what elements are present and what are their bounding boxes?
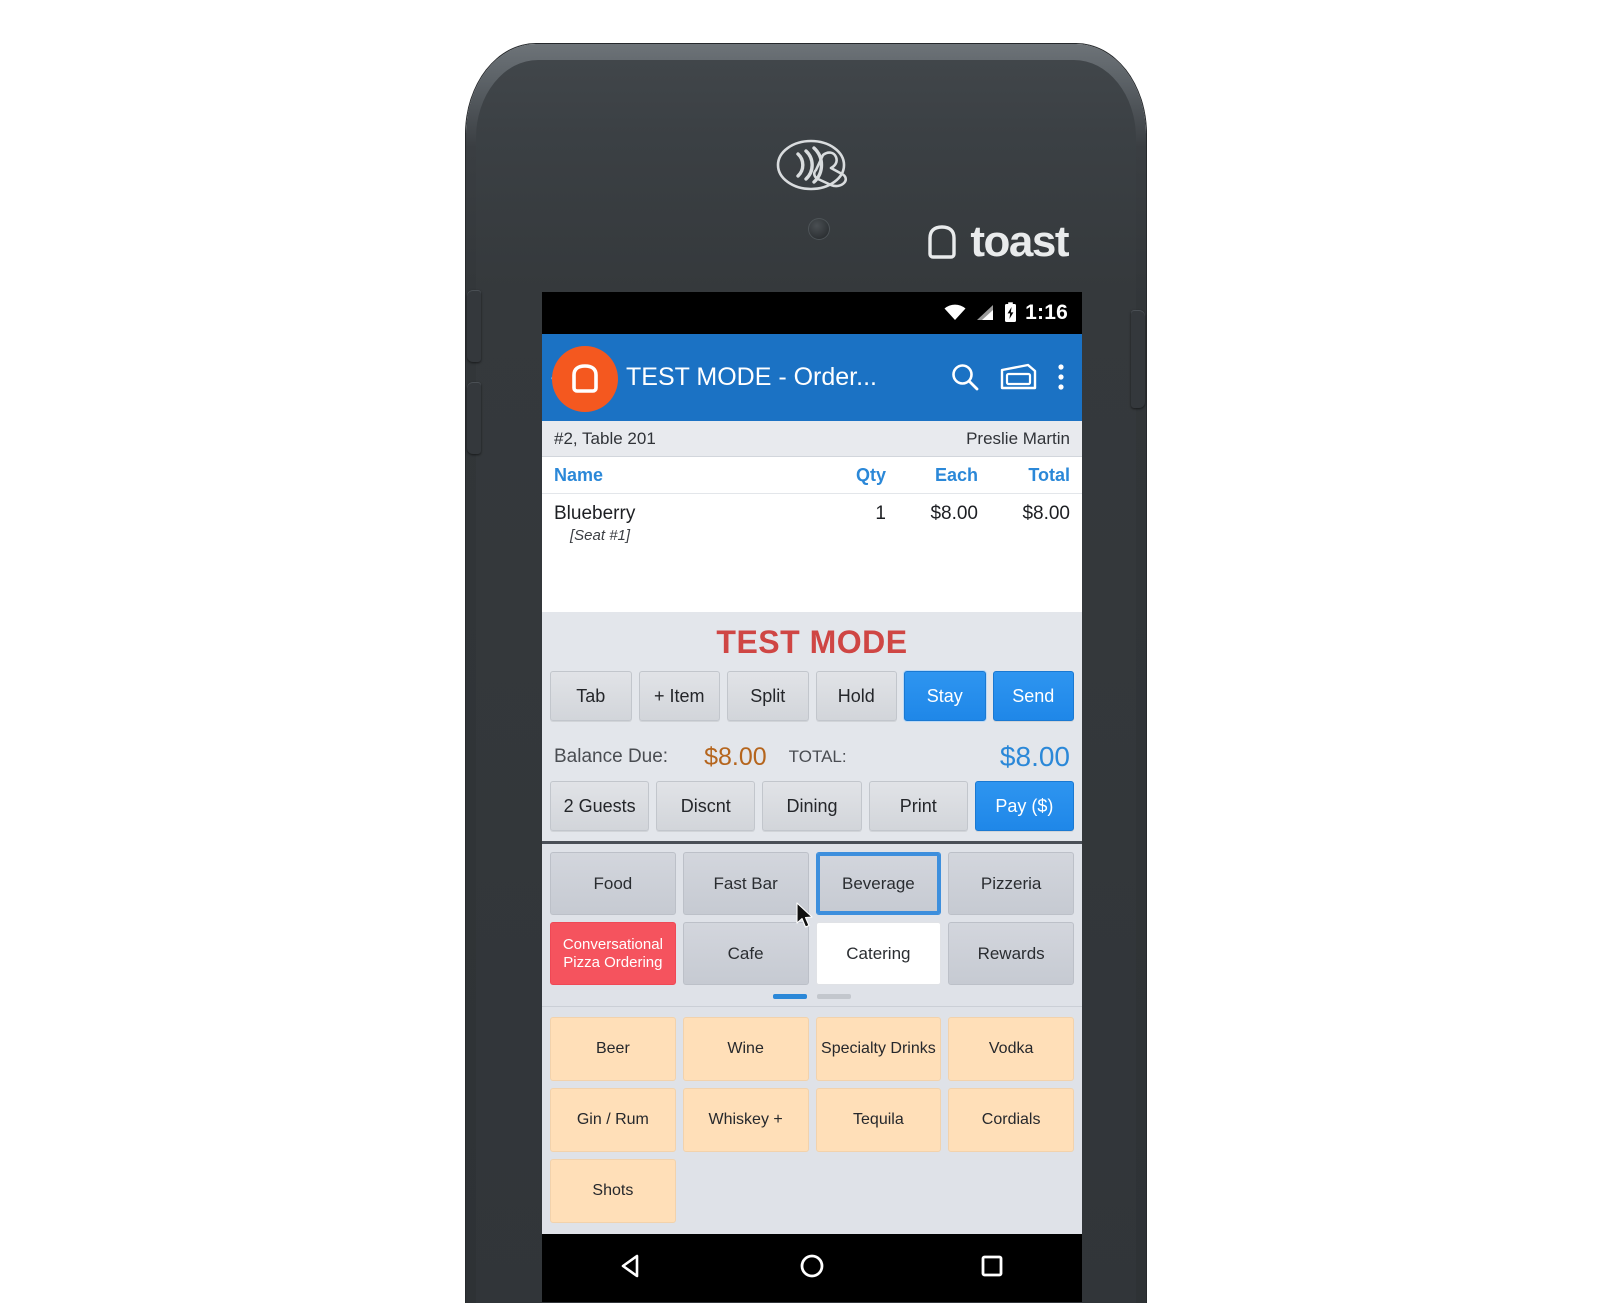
total-value: $8.00 bbox=[999, 741, 1070, 773]
back-triangle-icon[interactable] bbox=[615, 1249, 649, 1288]
print-button[interactable]: Print bbox=[868, 781, 968, 832]
add-item-button[interactable]: + Item bbox=[638, 671, 720, 722]
device-screen: 1:16 ‹ TEST MODE - Order... bbox=[542, 292, 1082, 1302]
hold-button[interactable]: Hold bbox=[815, 671, 897, 722]
wifi-icon bbox=[944, 304, 966, 320]
volume-up-button[interactable] bbox=[467, 290, 481, 362]
search-icon[interactable] bbox=[948, 360, 982, 394]
balance-due-value: $8.00 bbox=[704, 742, 767, 771]
test-mode-banner: TEST MODE bbox=[716, 624, 908, 661]
menu-item-cordials[interactable]: Cordials bbox=[948, 1088, 1074, 1153]
secondary-action-row-wrap: 2 Guests Discnt Dining Print Pay ($) bbox=[542, 781, 1082, 842]
balance-total-row: Balance Due: $8.00 TOTAL: $8.00 bbox=[542, 731, 1082, 782]
category-cafe[interactable]: Cafe bbox=[682, 922, 809, 986]
order-column-headers: Name Qty Each Total bbox=[542, 457, 1082, 495]
order-table-label: #2, Table 201 bbox=[554, 428, 656, 448]
category-pager bbox=[550, 985, 1074, 1006]
app-bar-title: TEST MODE - Order... bbox=[626, 362, 877, 391]
order-item-total: $8.00 bbox=[1022, 503, 1070, 525]
toast-bread-glyph-icon bbox=[572, 363, 598, 393]
order-line-item[interactable]: Blueberry [Seat #1] 1 $8.00 $8.00 bbox=[542, 494, 1082, 548]
toast-logo-icon[interactable] bbox=[552, 345, 618, 412]
volume-down-button[interactable] bbox=[467, 382, 481, 454]
column-header-each: Each bbox=[934, 465, 978, 486]
stay-button[interactable]: Stay bbox=[904, 671, 986, 722]
category-section: Food Fast Bar Beverage Pizzeria Conversa… bbox=[542, 841, 1082, 1007]
category-rewards[interactable]: Rewards bbox=[948, 922, 1074, 986]
menu-items-grid: Beer Wine Specialty Drinks Vodka Gin / R… bbox=[550, 1017, 1074, 1224]
toast-bread-icon bbox=[928, 225, 957, 259]
app-bar: ‹ TEST MODE - Order... bbox=[542, 333, 1082, 422]
android-navigation-bar bbox=[542, 1234, 1082, 1302]
android-status-bar: 1:16 bbox=[542, 292, 1082, 334]
category-fast-bar[interactable]: Fast Bar bbox=[682, 852, 809, 916]
tab-button[interactable]: Tab bbox=[550, 671, 632, 722]
category-grid: Food Fast Bar Beverage Pizzeria Conversa… bbox=[550, 852, 1074, 986]
order-item-name: Blueberry bbox=[554, 503, 636, 525]
category-beverage[interactable]: Beverage bbox=[815, 852, 942, 916]
total-label: TOTAL: bbox=[788, 747, 847, 767]
column-header-name: Name bbox=[554, 465, 604, 486]
order-item-qty: 1 bbox=[875, 503, 886, 525]
toast-brand-text: toast bbox=[970, 217, 1069, 266]
order-panel: #2, Table 201 Preslie Martin Name Qty Ea… bbox=[542, 421, 1082, 613]
cellular-signal-icon bbox=[977, 304, 994, 320]
category-conversational-pizza-ordering[interactable]: Conversational Pizza Ordering bbox=[550, 922, 676, 986]
power-button[interactable] bbox=[1131, 310, 1145, 408]
menu-item-gin-rum[interactable]: Gin / Rum bbox=[550, 1088, 676, 1153]
discount-button[interactable]: Discnt bbox=[656, 781, 756, 832]
dining-button[interactable]: Dining bbox=[762, 781, 862, 832]
primary-action-row: Tab + Item Split Hold Stay Send bbox=[542, 671, 1082, 722]
home-circle-icon[interactable] bbox=[795, 1249, 829, 1288]
pager-dot-1[interactable] bbox=[773, 994, 807, 1000]
test-mode-section: TEST MODE Tab + Item Split Hold Stay Sen… bbox=[542, 612, 1082, 732]
overflow-menu-icon[interactable] bbox=[1054, 360, 1068, 394]
pay-button[interactable]: Pay ($) bbox=[974, 781, 1075, 832]
balance-due-label: Balance Due: bbox=[554, 746, 669, 768]
menu-item-vodka[interactable]: Vodka bbox=[948, 1017, 1074, 1082]
menu-item-whiskey[interactable]: Whiskey + bbox=[682, 1088, 809, 1153]
battery-charging-icon bbox=[1005, 302, 1017, 322]
guests-button[interactable]: 2 Guests bbox=[550, 781, 650, 832]
pager-dot-2[interactable] bbox=[817, 994, 851, 1000]
cash-drawer-icon[interactable] bbox=[998, 361, 1038, 393]
toast-brand-logo: toast bbox=[921, 217, 1069, 266]
order-item-each: $8.00 bbox=[930, 503, 978, 525]
menu-item-tequila[interactable]: Tequila bbox=[815, 1088, 942, 1153]
menu-item-beer[interactable]: Beer bbox=[550, 1017, 676, 1082]
status-bar-clock: 1:16 bbox=[1025, 300, 1068, 324]
column-header-total: Total bbox=[1028, 465, 1070, 486]
split-button[interactable]: Split bbox=[727, 671, 809, 722]
screenshot-stage: toast 1:16 TEST MODE - Order... #2, Tabl… bbox=[0, 0, 1597, 1303]
order-header: #2, Table 201 Preslie Martin bbox=[542, 421, 1082, 458]
order-items-list: Blueberry [Seat #1] 1 $8.00 $8.00 bbox=[542, 494, 1082, 613]
menu-items-section: Beer Wine Specialty Drinks Vodka Gin / R… bbox=[542, 1006, 1082, 1240]
contactless-payment-icon bbox=[776, 139, 848, 191]
order-server-name: Preslie Martin bbox=[966, 428, 1070, 448]
device-body: toast 1:16 TEST MODE - Order... #2, Tabl… bbox=[467, 60, 1145, 1303]
send-button[interactable]: Send bbox=[992, 671, 1074, 722]
recents-square-icon[interactable] bbox=[975, 1249, 1009, 1288]
menu-item-wine[interactable]: Wine bbox=[682, 1017, 809, 1082]
order-item-seat: [Seat #1] bbox=[570, 527, 631, 545]
category-food[interactable]: Food bbox=[550, 852, 676, 916]
column-header-qty: Qty bbox=[855, 465, 886, 486]
secondary-action-row: 2 Guests Discnt Dining Print Pay ($) bbox=[542, 781, 1082, 832]
category-catering[interactable]: Catering bbox=[815, 922, 942, 986]
toast-go-handheld-device: toast 1:16 TEST MODE - Order... #2, Tabl… bbox=[466, 44, 1146, 1303]
menu-item-shots[interactable]: Shots bbox=[550, 1159, 676, 1224]
menu-item-specialty-drinks[interactable]: Specialty Drinks bbox=[815, 1017, 942, 1082]
category-pizzeria[interactable]: Pizzeria bbox=[948, 852, 1074, 916]
front-camera bbox=[808, 218, 830, 240]
